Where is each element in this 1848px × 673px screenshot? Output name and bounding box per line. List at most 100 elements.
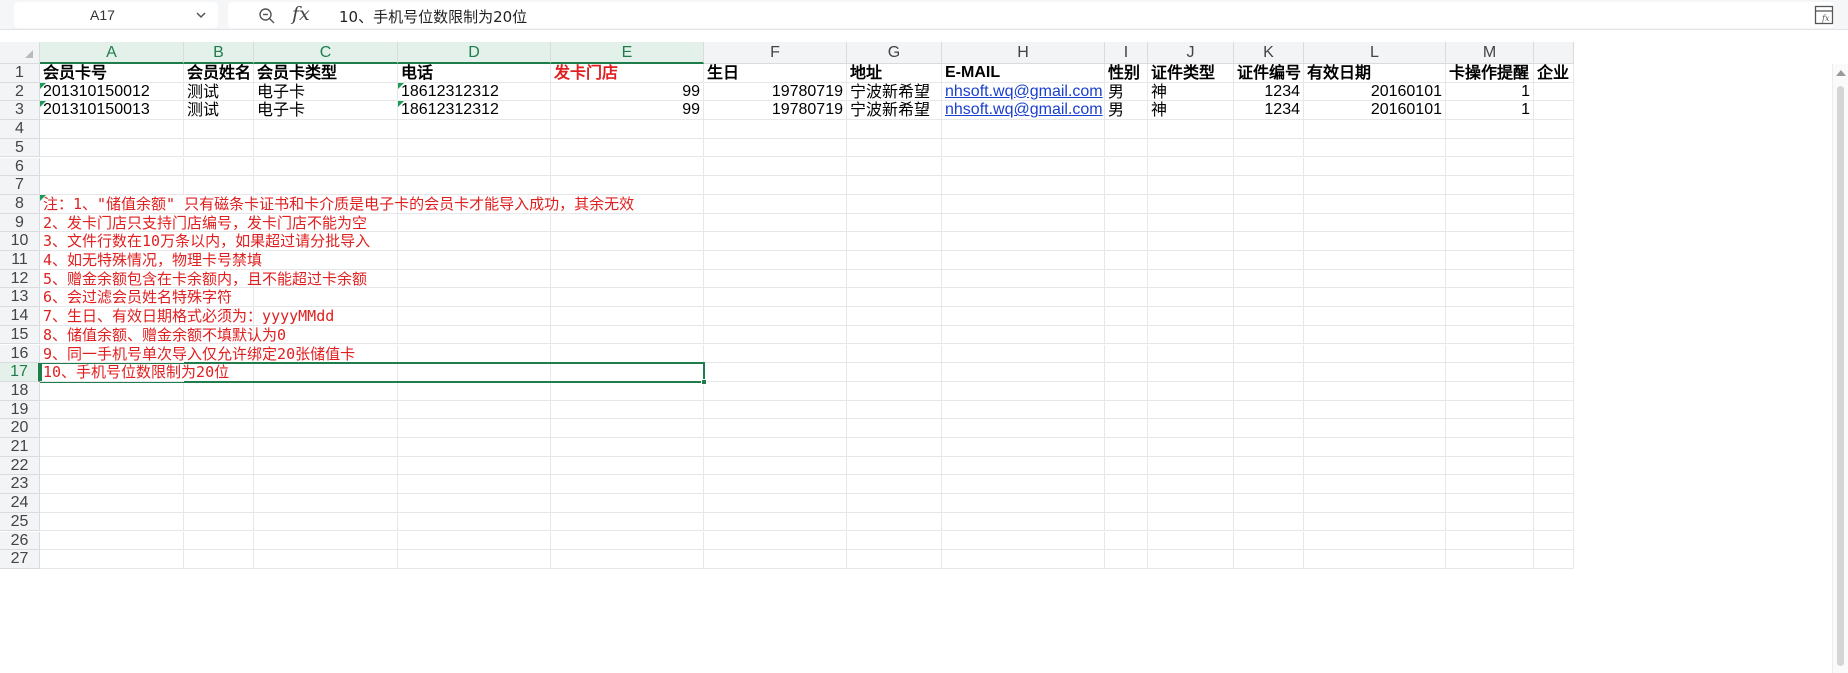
empty-cell[interactable] (254, 138, 398, 158)
empty-cell[interactable] (1148, 531, 1234, 551)
chevron-down-icon[interactable] (194, 8, 208, 22)
empty-cell[interactable] (1304, 176, 1446, 195)
empty-cell[interactable] (704, 381, 847, 401)
header-cell[interactable]: 性别 (1105, 63, 1148, 83)
empty-cell[interactable] (847, 269, 942, 289)
empty-cell[interactable] (847, 176, 942, 195)
empty-cell[interactable] (184, 400, 254, 420)
row-header-4[interactable]: 4 (0, 120, 40, 139)
table-cell[interactable]: 宁波新希望 (847, 82, 942, 102)
empty-cell[interactable] (398, 550, 551, 569)
empty-cell[interactable] (1234, 550, 1304, 569)
empty-cell[interactable] (1105, 138, 1148, 158)
empty-cell[interactable] (704, 194, 847, 214)
empty-cell[interactable] (1446, 550, 1534, 569)
row-header-13[interactable]: 13 (0, 288, 40, 308)
row-header-3[interactable]: 3 (0, 101, 40, 121)
empty-cell[interactable] (1234, 381, 1304, 401)
empty-cell[interactable] (942, 213, 1105, 233)
empty-cell[interactable] (704, 363, 847, 382)
empty-cell[interactable] (184, 138, 254, 158)
row-header-6[interactable]: 6 (0, 157, 40, 177)
empty-cell[interactable] (1234, 363, 1304, 382)
table-cell[interactable]: 1 (1446, 82, 1534, 102)
empty-cell[interactable] (1446, 120, 1534, 139)
email-link[interactable]: nhsoft.wq@gmail.com (942, 82, 1105, 102)
table-cell[interactable]: 1234 (1234, 82, 1304, 102)
empty-cell[interactable] (1534, 531, 1574, 551)
empty-cell[interactable] (1148, 344, 1234, 364)
empty-cell[interactable] (1148, 325, 1234, 345)
empty-cell[interactable] (942, 288, 1105, 308)
empty-cell[interactable] (1534, 381, 1574, 401)
empty-cell[interactable] (704, 138, 847, 158)
empty-cell[interactable] (1234, 494, 1304, 513)
empty-cell[interactable] (184, 475, 254, 495)
empty-cell[interactable] (1148, 363, 1234, 382)
empty-cell[interactable] (254, 512, 398, 532)
empty-cell[interactable] (1446, 456, 1534, 476)
header-cell[interactable]: 会员卡类型 (254, 63, 398, 83)
empty-cell[interactable] (1534, 400, 1574, 420)
table-cell[interactable]: 99 (551, 101, 704, 121)
empty-cell[interactable] (1105, 307, 1148, 326)
empty-cell[interactable] (398, 157, 551, 177)
empty-cell[interactable] (254, 120, 398, 139)
empty-cell[interactable] (1148, 120, 1234, 139)
empty-cell[interactable] (184, 512, 254, 532)
table-cell[interactable]: 电子卡 (254, 101, 398, 121)
empty-cell[interactable] (398, 269, 551, 289)
empty-cell[interactable] (1534, 232, 1574, 251)
empty-cell[interactable] (40, 494, 184, 513)
empty-cell[interactable] (398, 531, 551, 551)
empty-cell[interactable] (704, 307, 847, 326)
empty-cell[interactable] (847, 138, 942, 158)
empty-cell[interactable] (398, 419, 551, 438)
empty-cell[interactable] (1534, 213, 1574, 233)
table-cell[interactable]: 18612312312 (398, 101, 551, 121)
empty-cell[interactable] (942, 157, 1105, 177)
empty-cell[interactable] (1446, 194, 1534, 214)
empty-cell[interactable] (1304, 120, 1446, 139)
empty-cell[interactable] (1148, 456, 1234, 476)
empty-cell[interactable] (1148, 288, 1234, 308)
table-cell[interactable]: 测试 (184, 101, 254, 121)
row-header-15[interactable]: 15 (0, 325, 40, 345)
column-header-F[interactable]: F (704, 42, 847, 64)
empty-cell[interactable] (1446, 288, 1534, 308)
empty-cell[interactable] (40, 531, 184, 551)
empty-cell[interactable] (1446, 176, 1534, 195)
empty-cell[interactable] (398, 381, 551, 401)
empty-cell[interactable] (942, 269, 1105, 289)
empty-cell[interactable] (847, 120, 942, 139)
empty-cell[interactable] (398, 120, 551, 139)
table-cell[interactable]: 男 (1105, 101, 1148, 121)
formula-panel-icon[interactable]: fx (1814, 5, 1834, 25)
empty-cell[interactable] (1304, 325, 1446, 345)
empty-cell[interactable] (1234, 325, 1304, 345)
empty-cell[interactable] (1105, 419, 1148, 438)
empty-cell[interactable] (1446, 512, 1534, 532)
empty-cell[interactable] (184, 381, 254, 401)
empty-cell[interactable] (254, 550, 398, 569)
empty-cell[interactable] (1105, 288, 1148, 308)
header-cell[interactable]: 地址 (847, 63, 942, 83)
empty-cell[interactable] (1148, 213, 1234, 233)
empty-cell[interactable] (254, 381, 398, 401)
empty-cell[interactable] (551, 550, 704, 569)
note-line[interactable]: 注：1、"储值余额" 只有磁条卡证书和卡介质是电子卡的会员卡才能导入成功，其余无… (40, 194, 634, 214)
note-line[interactable]: 10、手机号位数限制为20位 (40, 363, 229, 382)
empty-cell[interactable] (1148, 194, 1234, 214)
empty-cell[interactable] (1148, 307, 1234, 326)
row-header-5[interactable]: 5 (0, 138, 40, 158)
row-header-16[interactable]: 16 (0, 344, 40, 364)
empty-cell[interactable] (1534, 438, 1574, 457)
row-header-27[interactable]: 27 (0, 550, 40, 569)
empty-cell[interactable] (1105, 325, 1148, 345)
empty-cell[interactable] (398, 494, 551, 513)
empty-cell[interactable] (847, 157, 942, 177)
empty-cell[interactable] (847, 363, 942, 382)
empty-cell[interactable] (184, 550, 254, 569)
row-header-18[interactable]: 18 (0, 381, 40, 401)
empty-cell[interactable] (1148, 550, 1234, 569)
